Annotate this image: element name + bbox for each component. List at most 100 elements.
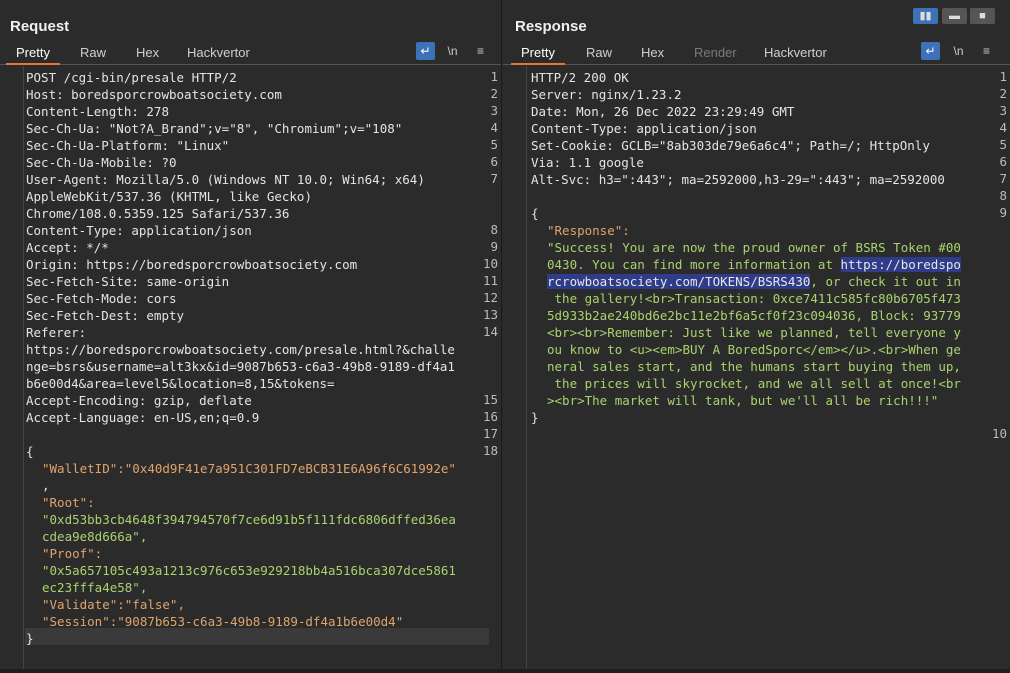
line-number: 6 <box>490 154 498 169</box>
layout-stacked-icon[interactable]: ▬ <box>942 8 967 24</box>
code-line: Date: Mon, 26 Dec 2022 23:29:49 GMT <box>531 104 795 119</box>
tab-raw[interactable]: Raw <box>80 44 106 65</box>
json-value: "0xd53bb3cb4648f394794570f7ce6d91b5f111f… <box>42 512 456 527</box>
layout-side-by-side-icon[interactable]: ▮▮ <box>913 8 938 24</box>
line-number: 14 <box>482 324 498 339</box>
json-value: ou know to <u><em>BUY A BoredSporc</em><… <box>547 342 961 357</box>
status-bar <box>0 669 1010 673</box>
json-value: the prices will skyrocket, and we all se… <box>547 376 961 391</box>
line-number: 3 <box>490 103 498 118</box>
response-panel: Response ▮▮ ▬ ■ Pretty Raw Hex Render Ha… <box>503 0 1010 673</box>
tab-pretty[interactable]: Pretty <box>511 44 565 65</box>
json-line: , <box>42 478 50 493</box>
code-line: Sec-Fetch-Dest: empty <box>26 308 185 323</box>
json-value: 0430. You can find more information at h… <box>547 257 961 272</box>
code-line: User-Agent: Mozilla/5.0 (Windows NT 10.0… <box>26 172 425 187</box>
line-number: 5 <box>490 137 498 152</box>
menu-icon[interactable]: ≡ <box>471 42 490 60</box>
tab-render[interactable]: Render <box>694 44 737 65</box>
json-value: ><br>The market will tank, but we'll all… <box>547 393 939 408</box>
line-number: 5 <box>999 137 1007 152</box>
line-number: 1 <box>999 69 1007 84</box>
tab-pretty[interactable]: Pretty <box>6 44 60 65</box>
selected-url-text[interactable]: https://boredspo <box>840 257 961 272</box>
line-number: 4 <box>490 120 498 135</box>
tab-hackvertor[interactable]: Hackvertor <box>764 44 827 65</box>
code-line: Set-Cookie: GCLB="8ab303de79e6a6c4"; Pat… <box>531 138 930 153</box>
line-gutter <box>0 66 24 669</box>
json-value: cdea9e8d666a", <box>42 529 148 544</box>
line-number: 17 <box>482 426 498 441</box>
tab-raw[interactable]: Raw <box>586 44 612 65</box>
code-line: nge=bsrs&username=alt3kx&id=9087b653-c6a… <box>26 359 455 374</box>
json-value: ec23fffa4e58", <box>42 580 148 595</box>
line-number: 2 <box>490 86 498 101</box>
code-line: Sec-Fetch-Mode: cors <box>26 291 177 306</box>
line-number: 8 <box>490 222 498 237</box>
line-number: 9 <box>999 205 1007 220</box>
json-value: 5d933b2ae240bd6e2bc11e2bf6a5cf0f23c09403… <box>547 308 961 323</box>
line-number: 9 <box>490 239 498 254</box>
code-line: https://boredsporcrowboatsociety.com/pre… <box>26 342 455 357</box>
code-line: { <box>531 206 539 221</box>
line-number: 7 <box>490 171 498 186</box>
json-line: "Session":"9087b653-c6a3-49b8-9189-df4a1… <box>42 614 404 629</box>
line-number: 1 <box>490 69 498 84</box>
code-line: { <box>26 444 34 459</box>
line-number: 16 <box>482 409 498 424</box>
current-line-highlight <box>25 628 489 645</box>
json-value: rcrowboatsociety.com/TOKENS/BSRS430, or … <box>547 274 961 289</box>
code-line: b6e00d4&area=level5&location=8,15&tokens… <box>26 376 335 391</box>
newline-toggle-icon[interactable]: \n <box>443 42 462 60</box>
code-line: Origin: https://boredsporcrowboatsociety… <box>26 257 358 272</box>
code-line: Accept-Encoding: gzip, deflate <box>26 393 252 408</box>
json-key: "Root": <box>42 495 95 510</box>
line-number: 3 <box>999 103 1007 118</box>
line-number: 12 <box>482 290 498 305</box>
code-line: Accept-Language: en-US,en;q=0.9 <box>26 410 260 425</box>
code-line: AppleWebKit/537.36 (KHTML, like Gecko) <box>26 189 312 204</box>
line-number: 7 <box>999 171 1007 186</box>
request-title: Request <box>10 18 70 35</box>
code-line: POST /cgi-bin/presale HTTP/2 <box>26 70 237 85</box>
code-line: Sec-Fetch-Site: same-origin <box>26 274 230 289</box>
code-line: Content-Type: application/json <box>531 121 757 136</box>
code-line: } <box>531 410 539 425</box>
line-number: 8 <box>999 188 1007 203</box>
json-value: <br><br>Remember: Just like we planned, … <box>547 325 961 340</box>
code-line: Via: 1.1 google <box>531 155 644 170</box>
line-gutter <box>503 66 527 669</box>
json-value: the gallery!<br>Transaction: 0xce7411c58… <box>547 291 961 306</box>
layout-tabs-icon[interactable]: ■ <box>970 8 995 24</box>
code-line: Content-Length: 278 <box>26 104 169 119</box>
json-key: "Proof": <box>42 546 103 561</box>
code-line: Alt-Svc: h3=":443"; ma=2592000,h3-29=":4… <box>531 172 945 187</box>
wrap-toggle-icon[interactable]: ↵ <box>921 42 940 60</box>
menu-icon[interactable]: ≡ <box>977 42 996 60</box>
tab-hackvertor[interactable]: Hackvertor <box>187 44 250 65</box>
json-value: "Success! You are now the proud owner of… <box>547 240 961 255</box>
json-key: "Response": <box>547 223 630 238</box>
code-line: Chrome/108.0.5359.125 Safari/537.36 <box>26 206 290 221</box>
code-line: Referer: <box>26 325 87 340</box>
code-line: Sec-Ch-Ua-Platform: "Linux" <box>26 138 230 153</box>
newline-toggle-icon[interactable]: \n <box>949 42 968 60</box>
wrap-toggle-icon[interactable]: ↵ <box>416 42 435 60</box>
response-editor[interactable]: 1 2 3 4 5 6 7 8 9 10 HTTP/2 200 OK Serve… <box>503 66 1010 673</box>
line-number: 10 <box>482 256 498 271</box>
code-line: Sec-Ch-Ua-Mobile: ?0 <box>26 155 177 170</box>
selected-url-text[interactable]: rcrowboatsociety.com/TOKENS/BSRS430 <box>547 274 811 289</box>
request-panel: Request Pretty Raw Hex Hackvertor ↵ \n ≡… <box>0 0 502 673</box>
json-value: "0x5a657105c493a1213c976c653e929218bb4a5… <box>42 563 456 578</box>
line-number: 4 <box>999 120 1007 135</box>
line-number: 6 <box>999 154 1007 169</box>
code-line: Sec-Ch-Ua: "Not?A_Brand";v="8", "Chromiu… <box>26 121 403 136</box>
response-title: Response <box>515 18 587 35</box>
code-line: Server: nginx/1.23.2 <box>531 87 682 102</box>
tab-hex[interactable]: Hex <box>136 44 159 65</box>
request-editor[interactable]: 1 2 3 4 5 6 7 8 9 10 11 12 13 14 15 16 1… <box>0 66 501 673</box>
line-number: 15 <box>482 392 498 407</box>
code-line: Accept: */* <box>26 240 109 255</box>
line-number: 2 <box>999 86 1007 101</box>
tab-hex[interactable]: Hex <box>641 44 664 65</box>
